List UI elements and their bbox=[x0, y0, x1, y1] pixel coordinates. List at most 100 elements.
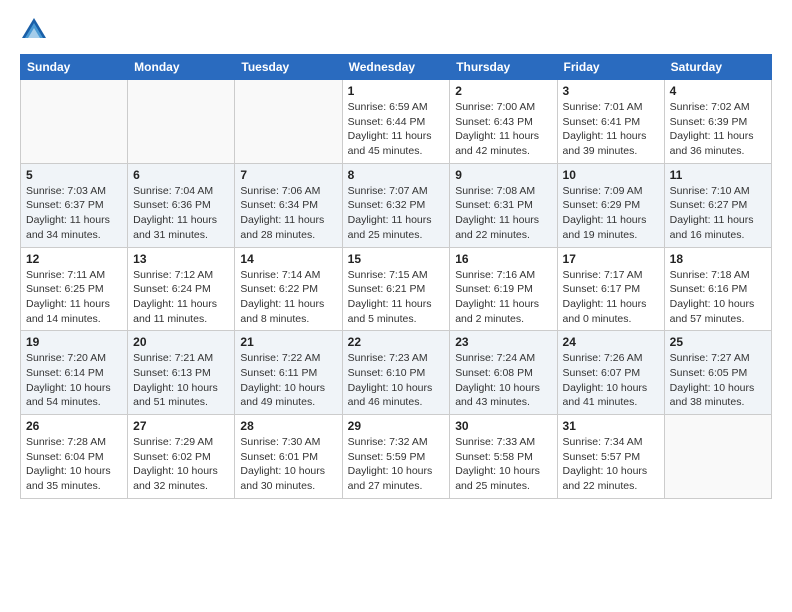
day-number: 30 bbox=[455, 419, 551, 433]
day-number: 31 bbox=[563, 419, 659, 433]
day-cell: 9Sunrise: 7:08 AM Sunset: 6:31 PM Daylig… bbox=[450, 163, 557, 247]
day-number: 10 bbox=[563, 168, 659, 182]
day-cell: 15 Sunrise: 7:15 AM Sunset: 6:21 PM Dayli… bbox=[342, 247, 450, 331]
day-number: 23 bbox=[455, 335, 551, 349]
day-info: Sunrise: 7:28 AM Sunset: 6:04 PM Dayligh… bbox=[26, 435, 122, 494]
weekday-header-friday: Friday bbox=[557, 55, 664, 80]
day-info: Sunrise: 7:03 AM Sunset: 6:37 PM Dayligh… bbox=[26, 184, 122, 243]
day-cell: 1Sunrise: 6:59 AM Sunset: 6:44 PM Daylig… bbox=[342, 80, 450, 164]
day-number: 18 bbox=[670, 252, 766, 266]
day-cell: 11 Sunrise: 7:10 AM Sunset: 6:27 PM Dayli… bbox=[664, 163, 771, 247]
day-cell: 5Sunrise: 7:03 AM Sunset: 6:37 PM Daylig… bbox=[21, 163, 128, 247]
day-cell: 19Sunrise: 7:20 AM Sunset: 6:14 PM Dayli… bbox=[21, 331, 128, 415]
day-info: Sunrise: 7:06 AM Sunset: 6:34 PM Dayligh… bbox=[240, 184, 336, 243]
day-cell: 7 Sunrise: 7:06 AM Sunset: 6:34 PM Daylig… bbox=[235, 163, 342, 247]
header bbox=[20, 16, 772, 44]
day-info: Sunrise: 7:01 AM Sunset: 6:41 PM Dayligh… bbox=[563, 100, 659, 159]
weekday-header-sunday: Sunday bbox=[21, 55, 128, 80]
day-cell bbox=[21, 80, 128, 164]
day-number: 13 bbox=[133, 252, 229, 266]
day-info: Sunrise: 7:18 AM Sunset: 6:16 PM Dayligh… bbox=[670, 268, 766, 327]
day-number: 15 bbox=[348, 252, 445, 266]
day-number: 8 bbox=[348, 168, 445, 182]
day-info: Sunrise: 7:10 AM Sunset: 6:27 PM Dayligh… bbox=[670, 184, 766, 243]
day-cell: 13 Sunrise: 7:12 AM Sunset: 6:24 PM Dayli… bbox=[128, 247, 235, 331]
day-info: Sunrise: 7:30 AM Sunset: 6:01 PM Dayligh… bbox=[240, 435, 336, 494]
day-cell: 30Sunrise: 7:33 AM Sunset: 5:58 PM Dayli… bbox=[450, 415, 557, 499]
calendar-table: SundayMondayTuesdayWednesdayThursdayFrid… bbox=[20, 54, 772, 499]
day-cell: 25 Sunrise: 7:27 AM Sunset: 6:05 PM Dayli… bbox=[664, 331, 771, 415]
day-info: Sunrise: 7:20 AM Sunset: 6:14 PM Dayligh… bbox=[26, 351, 122, 410]
day-cell: 29 Sunrise: 7:32 AM Sunset: 5:59 PM Dayli… bbox=[342, 415, 450, 499]
day-number: 7 bbox=[240, 168, 336, 182]
day-info: Sunrise: 6:59 AM Sunset: 6:44 PM Dayligh… bbox=[348, 100, 445, 159]
day-number: 22 bbox=[348, 335, 445, 349]
day-cell: 10Sunrise: 7:09 AM Sunset: 6:29 PM Dayli… bbox=[557, 163, 664, 247]
day-cell bbox=[235, 80, 342, 164]
week-row-2: 5Sunrise: 7:03 AM Sunset: 6:37 PM Daylig… bbox=[21, 163, 772, 247]
day-number: 25 bbox=[670, 335, 766, 349]
day-number: 26 bbox=[26, 419, 122, 433]
weekday-header-wednesday: Wednesday bbox=[342, 55, 450, 80]
day-info: Sunrise: 7:00 AM Sunset: 6:43 PM Dayligh… bbox=[455, 100, 551, 159]
weekday-header-tuesday: Tuesday bbox=[235, 55, 342, 80]
week-row-3: 12Sunrise: 7:11 AM Sunset: 6:25 PM Dayli… bbox=[21, 247, 772, 331]
day-number: 12 bbox=[26, 252, 122, 266]
day-cell bbox=[664, 415, 771, 499]
day-number: 6 bbox=[133, 168, 229, 182]
day-cell: 26 Sunrise: 7:28 AM Sunset: 6:04 PM Dayli… bbox=[21, 415, 128, 499]
day-info: Sunrise: 7:04 AM Sunset: 6:36 PM Dayligh… bbox=[133, 184, 229, 243]
day-info: Sunrise: 7:14 AM Sunset: 6:22 PM Dayligh… bbox=[240, 268, 336, 327]
day-cell: 31 Sunrise: 7:34 AM Sunset: 5:57 PM Dayli… bbox=[557, 415, 664, 499]
day-info: Sunrise: 7:22 AM Sunset: 6:11 PM Dayligh… bbox=[240, 351, 336, 410]
day-cell: 14 Sunrise: 7:14 AM Sunset: 6:22 PM Dayli… bbox=[235, 247, 342, 331]
day-info: Sunrise: 7:34 AM Sunset: 5:57 PM Dayligh… bbox=[563, 435, 659, 494]
day-info: Sunrise: 7:12 AM Sunset: 6:24 PM Dayligh… bbox=[133, 268, 229, 327]
day-cell: 2 Sunrise: 7:00 AM Sunset: 6:43 PM Daylig… bbox=[450, 80, 557, 164]
weekday-header-saturday: Saturday bbox=[664, 55, 771, 80]
day-cell: 21 Sunrise: 7:22 AM Sunset: 6:11 PM Dayli… bbox=[235, 331, 342, 415]
day-info: Sunrise: 7:23 AM Sunset: 6:10 PM Dayligh… bbox=[348, 351, 445, 410]
day-number: 28 bbox=[240, 419, 336, 433]
day-cell: 8 Sunrise: 7:07 AM Sunset: 6:32 PM Daylig… bbox=[342, 163, 450, 247]
day-cell: 18 Sunrise: 7:18 AM Sunset: 6:16 PM Dayli… bbox=[664, 247, 771, 331]
day-cell: 28 Sunrise: 7:30 AM Sunset: 6:01 PM Dayli… bbox=[235, 415, 342, 499]
day-number: 2 bbox=[455, 84, 551, 98]
day-number: 3 bbox=[563, 84, 659, 98]
weekday-header-monday: Monday bbox=[128, 55, 235, 80]
day-cell: 22 Sunrise: 7:23 AM Sunset: 6:10 PM Dayli… bbox=[342, 331, 450, 415]
day-info: Sunrise: 7:26 AM Sunset: 6:07 PM Dayligh… bbox=[563, 351, 659, 410]
day-info: Sunrise: 7:07 AM Sunset: 6:32 PM Dayligh… bbox=[348, 184, 445, 243]
day-info: Sunrise: 7:08 AM Sunset: 6:31 PM Dayligh… bbox=[455, 184, 551, 243]
day-info: Sunrise: 7:29 AM Sunset: 6:02 PM Dayligh… bbox=[133, 435, 229, 494]
day-cell: 17Sunrise: 7:17 AM Sunset: 6:17 PM Dayli… bbox=[557, 247, 664, 331]
day-number: 29 bbox=[348, 419, 445, 433]
day-number: 17 bbox=[563, 252, 659, 266]
day-info: Sunrise: 7:21 AM Sunset: 6:13 PM Dayligh… bbox=[133, 351, 229, 410]
day-number: 24 bbox=[563, 335, 659, 349]
day-number: 20 bbox=[133, 335, 229, 349]
day-cell bbox=[128, 80, 235, 164]
day-number: 16 bbox=[455, 252, 551, 266]
day-info: Sunrise: 7:32 AM Sunset: 5:59 PM Dayligh… bbox=[348, 435, 445, 494]
day-info: Sunrise: 7:02 AM Sunset: 6:39 PM Dayligh… bbox=[670, 100, 766, 159]
day-number: 4 bbox=[670, 84, 766, 98]
day-info: Sunrise: 7:24 AM Sunset: 6:08 PM Dayligh… bbox=[455, 351, 551, 410]
day-number: 21 bbox=[240, 335, 336, 349]
day-number: 11 bbox=[670, 168, 766, 182]
week-row-4: 19Sunrise: 7:20 AM Sunset: 6:14 PM Dayli… bbox=[21, 331, 772, 415]
day-cell: 16 Sunrise: 7:16 AM Sunset: 6:19 PM Dayli… bbox=[450, 247, 557, 331]
day-cell: 20 Sunrise: 7:21 AM Sunset: 6:13 PM Dayli… bbox=[128, 331, 235, 415]
day-number: 27 bbox=[133, 419, 229, 433]
day-info: Sunrise: 7:27 AM Sunset: 6:05 PM Dayligh… bbox=[670, 351, 766, 410]
weekday-header-row: SundayMondayTuesdayWednesdayThursdayFrid… bbox=[21, 55, 772, 80]
day-number: 14 bbox=[240, 252, 336, 266]
week-row-5: 26 Sunrise: 7:28 AM Sunset: 6:04 PM Dayli… bbox=[21, 415, 772, 499]
day-cell: 27 Sunrise: 7:29 AM Sunset: 6:02 PM Dayli… bbox=[128, 415, 235, 499]
day-cell: 6 Sunrise: 7:04 AM Sunset: 6:36 PM Daylig… bbox=[128, 163, 235, 247]
day-info: Sunrise: 7:15 AM Sunset: 6:21 PM Dayligh… bbox=[348, 268, 445, 327]
logo-icon bbox=[20, 16, 48, 44]
day-info: Sunrise: 7:16 AM Sunset: 6:19 PM Dayligh… bbox=[455, 268, 551, 327]
day-cell: 4 Sunrise: 7:02 AM Sunset: 6:39 PM Daylig… bbox=[664, 80, 771, 164]
day-cell: 12Sunrise: 7:11 AM Sunset: 6:25 PM Dayli… bbox=[21, 247, 128, 331]
